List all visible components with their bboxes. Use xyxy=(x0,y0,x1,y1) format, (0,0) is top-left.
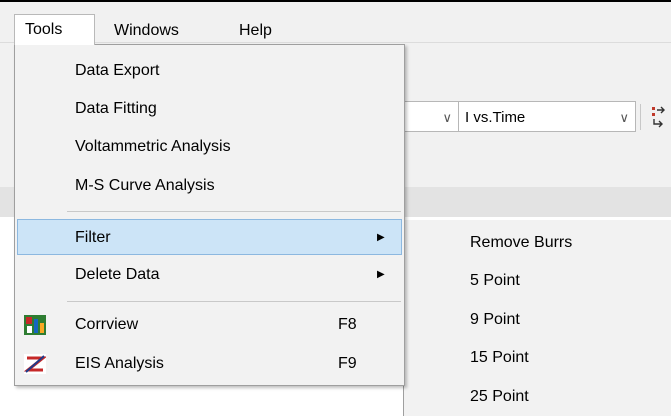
menu-help[interactable]: Help xyxy=(229,16,282,46)
menu-separator xyxy=(67,301,401,302)
plot-type-combo[interactable]: I vs.Time ∨ xyxy=(458,101,636,132)
shortcut-label: F8 xyxy=(338,316,357,333)
toolbar-separator xyxy=(640,104,641,130)
submenu-item-remove-burrs[interactable]: Remove Burrs xyxy=(470,225,572,261)
menu-tools[interactable]: Tools xyxy=(14,14,95,45)
submenu-item-9-point[interactable]: 9 Point xyxy=(470,302,520,338)
menu-item-label: Voltammetric Analysis xyxy=(75,138,231,155)
menu-item-label: Data Fitting xyxy=(75,100,157,117)
menu-bar: Windows Help xyxy=(0,2,671,43)
menu-item-label: Corrview xyxy=(75,316,139,333)
menu-item-label: Data Export xyxy=(75,62,160,79)
menu-item-delete-data[interactable]: Delete Data ▶ xyxy=(17,257,402,293)
corrview-icon xyxy=(24,315,46,335)
menu-separator xyxy=(67,211,401,212)
menu-item-ms-curve-analysis[interactable]: M-S Curve Analysis xyxy=(17,168,402,204)
view-selector-combo[interactable]: ∨ xyxy=(404,101,459,132)
menu-item-label: M-S Curve Analysis xyxy=(75,177,215,194)
submenu-item-25-point[interactable]: 25 Point xyxy=(470,379,529,415)
menu-item-label: EIS Analysis xyxy=(75,355,164,372)
menu-item-data-export[interactable]: Data Export xyxy=(17,53,402,89)
menu-item-corrview[interactable]: Corrview F8 xyxy=(17,307,402,343)
plot-type-value: I vs.Time xyxy=(465,109,526,126)
menu-item-voltammetric-analysis[interactable]: Voltammetric Analysis xyxy=(17,129,402,165)
tools-dropdown-menu: Data Export Data Fitting Voltammetric An… xyxy=(14,44,405,386)
menu-item-data-fitting[interactable]: Data Fitting xyxy=(17,91,402,127)
submenu-item-5-point[interactable]: 5 Point xyxy=(470,263,520,299)
shortcut-label: F9 xyxy=(338,355,357,372)
menu-item-label: Delete Data xyxy=(75,266,160,283)
menu-item-label: Filter xyxy=(75,229,111,246)
filter-submenu: Remove Burrs 5 Point 9 Point 15 Point 25… xyxy=(403,220,671,416)
chevron-down-icon[interactable]: ∨ xyxy=(619,102,629,133)
swap-axes-icon[interactable] xyxy=(650,104,668,128)
eis-analysis-icon xyxy=(24,354,46,374)
submenu-item-15-point[interactable]: 15 Point xyxy=(470,340,529,376)
menu-windows[interactable]: Windows xyxy=(104,16,189,46)
submenu-arrow-icon: ▶ xyxy=(377,232,385,243)
menu-item-eis-analysis[interactable]: EIS Analysis F9 xyxy=(17,346,402,382)
submenu-arrow-icon: ▶ xyxy=(377,269,385,280)
chevron-down-icon[interactable]: ∨ xyxy=(442,102,452,133)
menu-item-filter[interactable]: Filter ▶ xyxy=(17,219,402,255)
